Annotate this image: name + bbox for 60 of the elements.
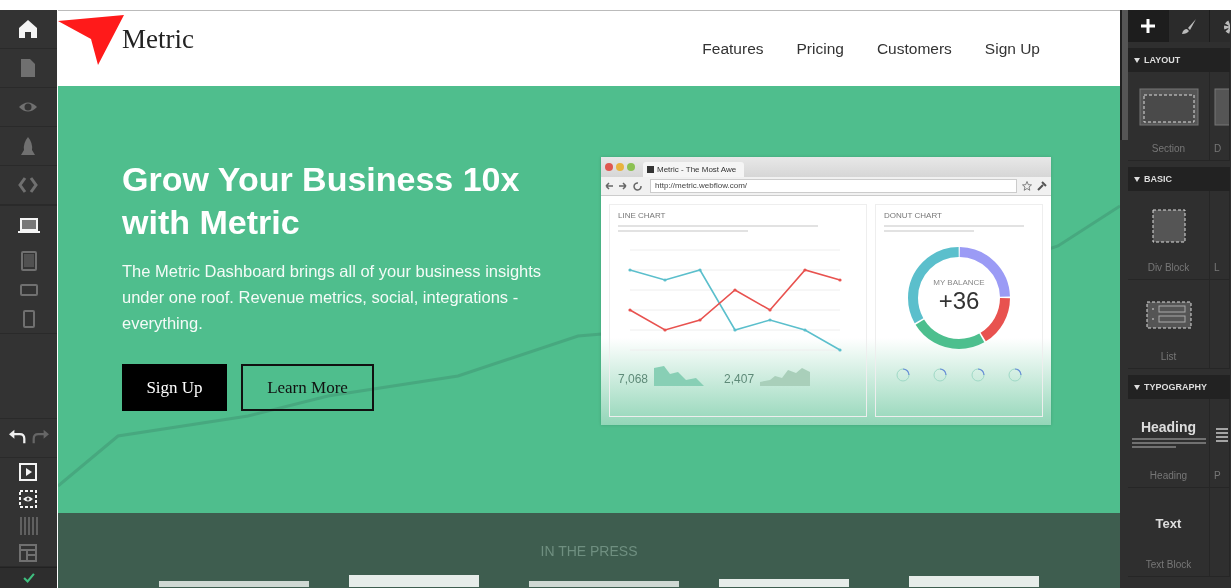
item-label: Heading xyxy=(1149,470,1188,481)
item-label: P xyxy=(1214,470,1221,481)
panel-tab[interactable] xyxy=(1169,10,1210,42)
browser-tab[interactable]: Metric - The Most Awe xyxy=(643,162,745,177)
home-icon[interactable] xyxy=(17,19,40,39)
item-label: L xyxy=(1214,262,1220,273)
browser-nav-icon xyxy=(605,181,645,191)
nav-link[interactable]: Customers xyxy=(876,39,952,58)
tab-title: Metric - The Most Awe xyxy=(657,165,737,174)
sparkline-drawing xyxy=(654,364,705,386)
gauge-icon xyxy=(970,368,985,382)
section-title: LAYOUT xyxy=(1144,55,1181,65)
item-label: Section xyxy=(1151,143,1186,154)
section-icon xyxy=(1138,88,1199,126)
item-label: List xyxy=(1160,351,1177,362)
laptop-icon[interactable] xyxy=(17,216,40,236)
section-title: BASIC xyxy=(1144,174,1172,184)
layout-icon[interactable] xyxy=(17,542,40,563)
address-bar[interactable]: http://metric.webflow.com/ xyxy=(650,179,1017,193)
element-item[interactable]: Text Text Block xyxy=(1128,488,1210,576)
nav-link[interactable]: Pricing xyxy=(796,39,844,58)
sample-text: Heading xyxy=(1140,419,1197,435)
section-title: TYPOGRAPHY xyxy=(1144,382,1207,392)
eye-icon[interactable] xyxy=(17,488,40,509)
nav-link[interactable]: Sign Up xyxy=(984,39,1040,58)
play-icon[interactable] xyxy=(17,461,40,482)
section-header[interactable]: LAYOUT xyxy=(1128,48,1230,72)
stat-value: 2,407 xyxy=(724,372,755,386)
grid-lines-icon[interactable] xyxy=(17,515,40,536)
undo-icon[interactable] xyxy=(7,427,28,445)
text-lines-icon xyxy=(1131,437,1206,449)
sign-up-button[interactable]: Sign Up xyxy=(122,364,227,411)
section-header[interactable]: TYPOGRAPHY xyxy=(1128,375,1230,399)
item-label: Div Block xyxy=(1147,262,1190,273)
gauge-icon xyxy=(1008,368,1023,382)
card-title: DONUT CHART xyxy=(884,211,943,220)
stat-value: 7,068 xyxy=(618,372,649,386)
item-label: D xyxy=(1214,143,1222,154)
hero-heading: Grow Your Business 10x with Metric xyxy=(122,159,521,243)
donut-value: +36 xyxy=(938,287,980,315)
wrench-icon xyxy=(1037,181,1047,191)
section-header[interactable]: BASIC xyxy=(1128,167,1230,191)
logo-text[interactable]: Metric xyxy=(122,23,194,55)
gauge-icon xyxy=(933,368,948,382)
donut-label: MY BALANCE xyxy=(933,278,985,287)
nav-link[interactable]: Features xyxy=(702,39,764,58)
code-icon[interactable] xyxy=(17,175,40,195)
panel-tab[interactable] xyxy=(1128,10,1169,42)
hero-text: The Metric Dashboard brings all of your business insights under one roof. Revenue metrics, social, integrations - everything. xyxy=(122,261,543,334)
element-item[interactable]: Heading Heading xyxy=(1128,399,1210,487)
gauge-icon xyxy=(895,368,910,382)
sample-text: Text xyxy=(1155,515,1182,531)
learn-more-button[interactable]: Learn More xyxy=(241,364,374,411)
window-controls-icon xyxy=(604,162,638,172)
brush-icon xyxy=(1181,18,1197,34)
scrollbar[interactable] xyxy=(1120,10,1128,140)
item-label: Text Block xyxy=(1145,559,1192,570)
plus-icon xyxy=(1140,18,1156,34)
card-title: LINE CHART xyxy=(618,211,667,220)
star-icon xyxy=(1022,181,1032,191)
